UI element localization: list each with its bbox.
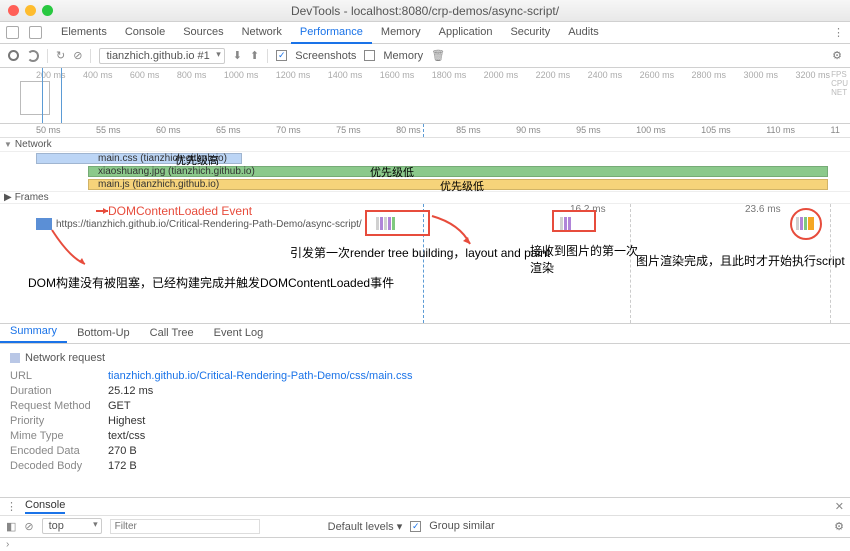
load-icon[interactable]: ⬆ (250, 49, 259, 62)
main-toolbar: Elements Console Sources Network Perform… (0, 22, 850, 44)
priority-low-js: 优先级低 (440, 178, 484, 194)
task-group-2[interactable] (560, 216, 571, 230)
history-icon[interactable]: ↻ (56, 49, 65, 62)
summary-tabs: Summary Bottom-Up Call Tree Event Log (0, 324, 850, 344)
titlebar: DevTools - localhost:8080/crp-demos/asyn… (0, 0, 850, 22)
summary-tab-bottomup[interactable]: Bottom-Up (67, 323, 140, 343)
window-title: DevTools - localhost:8080/crp-demos/asyn… (0, 4, 850, 18)
frames-section-header[interactable]: ▶Frames (0, 192, 850, 204)
record-icon[interactable] (8, 50, 19, 61)
network-swatch-icon (10, 353, 20, 363)
annotation-2: 引发第一次render tree building，layout and pai… (290, 244, 550, 261)
drawer-menu-icon[interactable]: ⋮ (6, 500, 17, 513)
save-icon[interactable]: ⬇ (233, 49, 242, 62)
console-drawer: ⋮ Console ✕ ◧ ⊘ top Default levels ▾ Gro… (0, 497, 850, 537)
annotation-4: 图片渲染完成，且此时才开始执行script (636, 252, 845, 269)
status-bar: › (0, 537, 850, 551)
overview-pane[interactable]: 200 ms400 ms600 ms800 ms 1000 ms1200 ms1… (0, 68, 850, 124)
task-group-3[interactable] (796, 216, 814, 230)
tab-security[interactable]: Security (501, 22, 559, 44)
reload-icon[interactable] (27, 50, 39, 62)
screenshots-label: Screenshots (295, 50, 356, 62)
console-tab[interactable]: Console (25, 499, 65, 514)
tab-elements[interactable]: Elements (52, 22, 116, 44)
perf-toolbar: ↻ ⊘ tianzhich.github.io #1 ⬇ ⬆ Screensho… (0, 44, 850, 68)
memory-checkbox[interactable] (364, 50, 375, 61)
trash-icon[interactable]: 🗑 (431, 49, 445, 62)
eye-icon[interactable]: ◧ (6, 520, 16, 533)
tab-memory[interactable]: Memory (372, 22, 430, 44)
tab-sources[interactable]: Sources (174, 22, 232, 44)
network-label-js: main.js (tianzhich.github.io) (98, 179, 219, 190)
memory-label: Memory (383, 50, 423, 62)
gear-icon[interactable]: ⚙ (832, 49, 842, 62)
drawer-close-icon[interactable]: ✕ (835, 500, 844, 513)
clear-console-icon[interactable]: ⊘ (24, 520, 33, 533)
detail-ruler[interactable]: 50 ms55 ms60 ms65 ms 70 ms75 ms80 ms85 m… (0, 124, 850, 138)
overview-right-labels: FPSCPUNET (831, 70, 848, 97)
summary-tab-calltree[interactable]: Call Tree (140, 323, 204, 343)
tab-console[interactable]: Console (116, 22, 174, 44)
network-section-header[interactable]: ▼Network (0, 138, 850, 152)
annotation-1: DOM构建没有被阻塞，已经构建完成并触发DOMContentLoaded事件 (28, 274, 394, 291)
summary-tab-eventlog[interactable]: Event Log (204, 323, 274, 343)
network-rows: main.css (tianzhich.github.io) 优先级高 xiao… (0, 152, 850, 192)
main-pane[interactable]: https://tianzhich.github.io/Critical-Ren… (0, 204, 850, 324)
network-label-jpg: xiaoshuang.jpg (tianzhich.github.io) (98, 166, 255, 177)
levels-dropdown[interactable]: Default levels ▾ (328, 520, 403, 533)
task-group-1[interactable] (376, 216, 395, 230)
annotation-box-1 (365, 210, 430, 236)
device-icon[interactable] (29, 26, 42, 39)
more-icon[interactable]: ⋮ (833, 26, 844, 39)
priority-low-jpg: 优先级低 (370, 164, 414, 180)
dcl-label: DOMContentLoaded Event (108, 204, 252, 218)
panel-tabs: Elements Console Sources Network Perform… (52, 22, 608, 44)
overview-selection[interactable] (42, 68, 62, 123)
annotation-box-2 (552, 210, 596, 232)
tab-audits[interactable]: Audits (559, 22, 608, 44)
group-similar-label: Group similar (429, 520, 494, 532)
summary-tab-summary[interactable]: Summary (0, 321, 67, 343)
screenshots-checkbox[interactable] (276, 50, 287, 61)
tab-application[interactable]: Application (430, 22, 502, 44)
inspect-icon[interactable] (6, 26, 19, 39)
main-url: https://tianzhich.github.io/Critical-Ren… (56, 219, 362, 230)
duration-2: 23.6 ms (745, 204, 781, 215)
clear-icon[interactable]: ⊘ (73, 49, 82, 62)
tab-performance[interactable]: Performance (291, 22, 372, 44)
profile-dropdown[interactable]: tianzhich.github.io #1 (99, 48, 224, 64)
overview-ticks: 200 ms400 ms600 ms800 ms 1000 ms1200 ms1… (36, 70, 830, 80)
annotation-3: 接收到图片的第一次渲染 (530, 242, 640, 276)
drawer-gear-icon[interactable]: ⚙ (834, 520, 844, 533)
group-similar-checkbox[interactable] (410, 521, 421, 532)
context-dropdown[interactable]: top (42, 518, 102, 534)
console-filter-input[interactable] (110, 519, 260, 534)
summary-body: Network request URLtianzhich.github.io/C… (0, 344, 850, 483)
tab-network[interactable]: Network (233, 22, 291, 44)
summary-url-link[interactable]: tianzhich.github.io/Critical-Rendering-P… (108, 370, 412, 382)
summary-title: Network request (25, 352, 105, 364)
